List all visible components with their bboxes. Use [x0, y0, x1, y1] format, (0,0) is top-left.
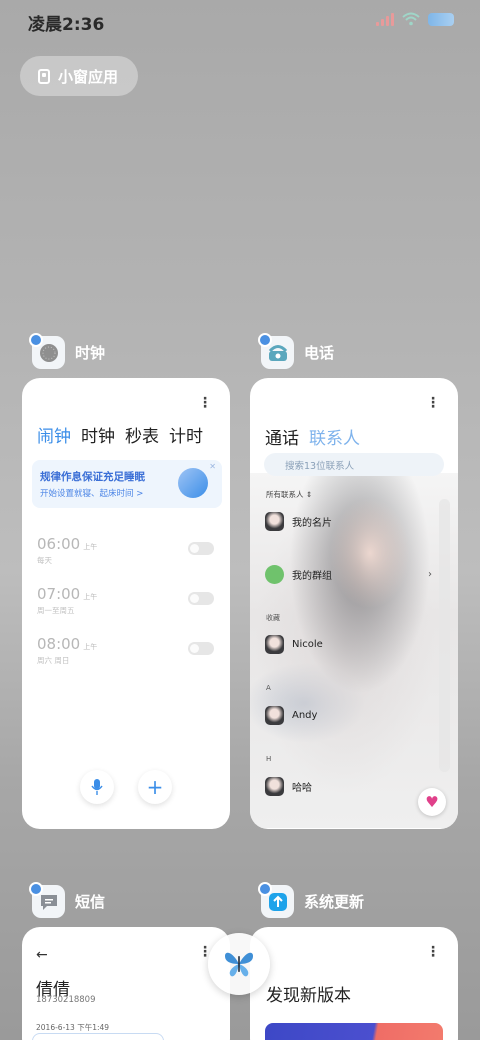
clock-app-header[interactable]: 时钟 [29, 333, 106, 369]
update-banner-image [265, 1023, 443, 1040]
sms-app-card[interactable]: ← ⋮ 倩倩 18730218809 2016-6-13 下午1:49 [22, 927, 230, 1040]
update-app-name: 系统更新 [304, 893, 365, 911]
alarm-days: 每天 [37, 556, 52, 565]
contact-name: Nicole [292, 639, 323, 650]
alarm-toggle[interactable] [188, 642, 214, 655]
signal-icon [376, 12, 394, 26]
add-alarm-button[interactable]: + [138, 770, 172, 804]
alarm-item[interactable]: 06:00 上午 每天 [37, 534, 97, 566]
sleep-moon-icon [178, 468, 208, 498]
phone-app-card[interactable]: ⋮ 通话 联系人 搜索13位联系人 所有联系人 ⇕ 我的名片 我的群组 › 收藏… [250, 378, 458, 829]
app-badge-icon [258, 882, 272, 896]
update-title: 发现新版本 [266, 986, 351, 1006]
heart-button[interactable]: ♥ [418, 788, 446, 816]
all-contacts-text: 所有联系人 [266, 490, 304, 499]
avatar [265, 777, 284, 796]
alarm-item[interactable]: 07:00 上午 周一至周五 [37, 584, 97, 616]
sleep-banner-title: 规律作息保证充足睡眠 [40, 471, 145, 483]
back-arrow-icon[interactable]: ← [36, 947, 48, 963]
sms-contact-number: 18730218809 [36, 995, 96, 1005]
more-menu-icon[interactable]: ⋮ [426, 396, 440, 410]
clock-app-name: 时钟 [75, 344, 106, 362]
clock-app-card[interactable]: ⋮ 闹钟 时钟 秒表 计时 规律作息保证充足睡眠 开始设置就寝、起床时间 > ✕… [22, 378, 230, 829]
section-header: 收藏 [266, 614, 280, 622]
alphabet-index-scrollbar[interactable] [439, 499, 450, 772]
contact-item[interactable]: Nicole [265, 635, 323, 654]
tab-calls[interactable]: 通话 [265, 424, 299, 449]
floating-assistant-button[interactable] [208, 933, 270, 995]
tab-stopwatch[interactable]: 秒表 [125, 422, 159, 447]
sms-app-name: 短信 [75, 893, 106, 911]
app-badge-icon [29, 882, 43, 896]
alarm-toggle[interactable] [188, 592, 214, 605]
more-menu-icon[interactable]: ⋮ [426, 945, 440, 959]
contact-item[interactable]: 我的名片 [265, 512, 332, 531]
phone-app-icon [258, 333, 294, 369]
alarm-item[interactable]: 08:00 上午 周六 周日 [37, 634, 97, 666]
section-header: H [266, 755, 272, 763]
alarm-period: 上午 [83, 643, 98, 651]
alarm-time: 07:00 [37, 585, 81, 603]
message-bubble [32, 1033, 164, 1040]
alarm-period: 上午 [83, 543, 98, 551]
sms-app-header[interactable]: 短信 [29, 882, 106, 918]
status-time: 凌晨2:36 [28, 15, 105, 35]
tab-timer[interactable]: 计时 [169, 422, 203, 447]
all-contacts-label[interactable]: 所有联系人 ⇕ [266, 489, 312, 500]
section-header: A [266, 684, 271, 692]
sort-icon: ⇕ [305, 490, 313, 499]
contact-name: 我的群组 [292, 571, 332, 582]
contact-item[interactable]: 我的群组 [265, 565, 332, 584]
group-avatar-icon [265, 565, 284, 584]
tab-clock[interactable]: 时钟 [81, 422, 115, 447]
close-icon[interactable]: ✕ [209, 462, 216, 471]
battery-icon [428, 12, 454, 26]
floating-window-button[interactable]: 小窗应用 [20, 56, 138, 96]
avatar [265, 635, 284, 654]
tab-alarm[interactable]: 闹钟 [37, 422, 71, 447]
alarm-period: 上午 [83, 593, 98, 601]
plus-icon: + [146, 775, 164, 799]
update-app-header[interactable]: 系统更新 [258, 882, 365, 918]
alarm-toggle[interactable] [188, 542, 214, 555]
avatar [265, 706, 284, 725]
phone-app-name: 电话 [304, 344, 335, 362]
microphone-icon [91, 779, 103, 795]
phone-tabs: 通话 联系人 [265, 424, 360, 449]
clock-tabs: 闹钟 时钟 秒表 计时 [37, 422, 203, 447]
contact-name: 哈哈 [292, 783, 312, 794]
update-app-card[interactable]: ⋮ 发现新版本 [250, 927, 458, 1040]
contact-item[interactable]: 哈哈 [265, 777, 312, 796]
wifi-icon [402, 12, 420, 26]
sleep-banner-subtitle: 开始设置就寝、起床时间 > [40, 489, 144, 499]
status-icons [376, 12, 454, 26]
contact-name: Andy [292, 710, 318, 721]
phone-app-header[interactable]: 电话 [258, 333, 335, 369]
clock-app-icon [29, 333, 65, 369]
alarm-time: 06:00 [37, 535, 81, 553]
alarm-days: 周一至周五 [37, 606, 75, 615]
alarm-time: 08:00 [37, 635, 81, 653]
sms-app-icon [29, 882, 65, 918]
butterfly-icon [225, 952, 253, 977]
alarm-days: 周六 周日 [37, 656, 70, 665]
tab-contacts[interactable]: 联系人 [309, 424, 360, 449]
heart-icon: ♥ [425, 793, 439, 811]
contact-name: 我的名片 [292, 518, 332, 529]
sleep-banner[interactable]: 规律作息保证充足睡眠 开始设置就寝、起床时间 > ✕ [32, 460, 222, 508]
app-badge-icon [258, 333, 272, 347]
floating-window-icon [38, 68, 50, 84]
update-app-icon [258, 882, 294, 918]
contact-search-input[interactable]: 搜索13位联系人 [264, 453, 444, 476]
chevron-right-icon: › [428, 569, 432, 580]
floating-window-label: 小窗应用 [58, 67, 119, 86]
avatar [265, 512, 284, 531]
app-badge-icon [29, 333, 43, 347]
more-menu-icon[interactable]: ⋮ [198, 396, 212, 410]
sms-date: 2016-6-13 下午1:49 [36, 1023, 110, 1032]
contact-item[interactable]: Andy [265, 706, 317, 725]
status-bar: 凌晨2:36 [0, 0, 480, 44]
microphone-button[interactable] [80, 770, 114, 804]
